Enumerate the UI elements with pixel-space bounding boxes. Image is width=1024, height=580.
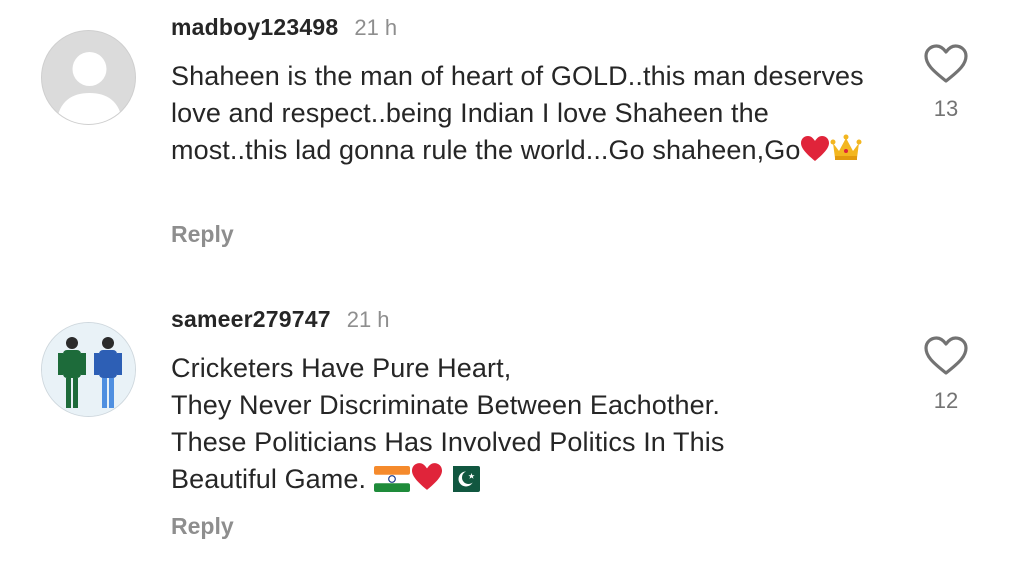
comment-text: Cricketers Have Pure Heart, They Never D… bbox=[171, 350, 891, 502]
reply-button[interactable]: Reply bbox=[171, 221, 234, 248]
avatar[interactable] bbox=[41, 322, 136, 417]
comment-meta: madboy123498 21 h bbox=[171, 14, 397, 46]
comment-meta: sameer279747 21 h bbox=[171, 306, 390, 338]
username[interactable]: sameer279747 bbox=[171, 306, 331, 333]
crown-icon bbox=[830, 133, 862, 173]
like-heart-icon[interactable] bbox=[922, 336, 970, 375]
red-heart-icon bbox=[800, 135, 830, 173]
like-heart-icon[interactable] bbox=[922, 44, 970, 83]
comment-text-line-last: Beautiful Game. bbox=[171, 461, 891, 502]
comment-text-line: Cricketers Have Pure Heart, bbox=[171, 353, 512, 383]
comment-text-line: They Never Discriminate Between Eachothe… bbox=[171, 390, 720, 420]
comment-text-line: Beautiful Game. bbox=[171, 464, 367, 494]
reply-button[interactable]: Reply bbox=[171, 513, 234, 540]
two-cricketers-photo-icon bbox=[42, 323, 135, 416]
timestamp: 21 h bbox=[354, 15, 398, 40]
username[interactable]: madboy123498 bbox=[171, 14, 338, 41]
comment-text: Shaheen is the man of heart of GOLD..thi… bbox=[171, 58, 891, 173]
avatar[interactable] bbox=[41, 30, 136, 125]
comment-text-body: Shaheen is the man of heart of GOLD..thi… bbox=[171, 61, 864, 165]
like-count: 13 bbox=[933, 96, 959, 121]
timestamp: 21 h bbox=[346, 307, 390, 332]
like-count: 12 bbox=[933, 388, 959, 413]
default-avatar-icon bbox=[56, 52, 123, 124]
pakistan-flag-icon bbox=[443, 465, 480, 502]
comment-text-line: These Politicians Has Involved Politics … bbox=[171, 427, 725, 457]
red-heart-icon bbox=[410, 462, 444, 502]
india-flag-icon bbox=[373, 465, 410, 502]
